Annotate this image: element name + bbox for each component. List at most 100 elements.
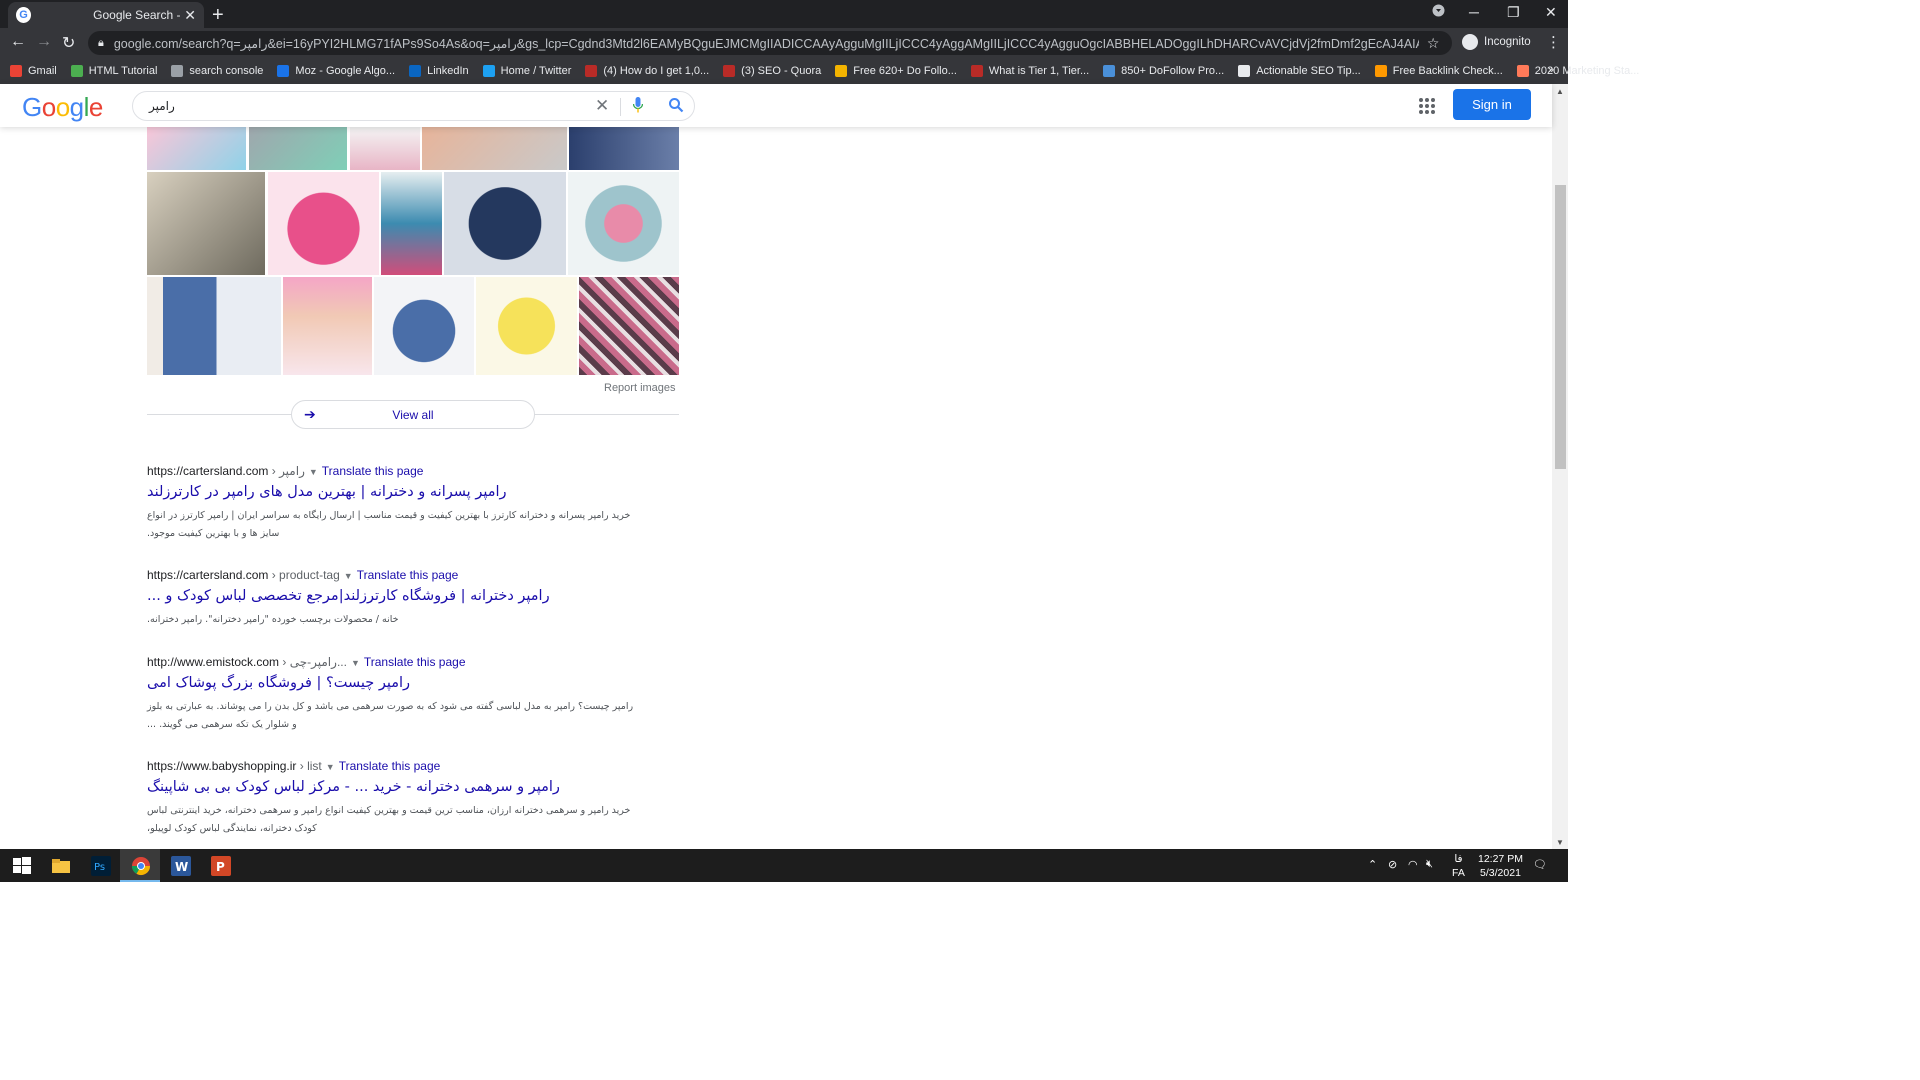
- search-result: https://cartersland.com › رامپر ▼ Translat…: [147, 464, 667, 543]
- language-persian-label: فا: [1454, 853, 1463, 865]
- result-title-link[interactable]: رامپر دخترانه | فروشگاه کارترزلند|مرجع ت…: [147, 588, 667, 604]
- search-input[interactable]: رامپر: [149, 99, 175, 113]
- microphone-icon[interactable]: [633, 97, 643, 113]
- bookmark-item[interactable]: Moz - Google Algo...: [277, 65, 395, 77]
- new-tab-icon[interactable]: +: [212, 4, 224, 27]
- bookmark-favicon-icon: [585, 65, 598, 77]
- result-url[interactable]: https://cartersland.com › رامپر ▼ Translat…: [147, 464, 667, 478]
- image-result-thumbnail[interactable]: [147, 172, 265, 275]
- bookmark-item[interactable]: Free Backlink Check...: [1374, 65, 1503, 77]
- result-snippet: خرید رامپر و سرهمی دخترانه ارزان، مناسب …: [147, 805, 631, 834]
- menu-kebab-icon[interactable]: ⋮: [1546, 33, 1561, 51]
- report-images-link[interactable]: Report images: [604, 382, 676, 394]
- bookmark-label: Free Backlink Check...: [1392, 65, 1503, 77]
- bookmark-item[interactable]: search console: [171, 65, 263, 77]
- windows-start-icon[interactable]: [12, 856, 32, 876]
- bookmark-item[interactable]: HTML Tutorial: [70, 65, 157, 77]
- image-result-thumbnail[interactable]: [374, 277, 474, 375]
- input-language[interactable]: فا FA: [1452, 852, 1465, 880]
- restore-icon[interactable]: ❐: [1507, 4, 1520, 21]
- google-header: Google رامپر ✕ Sign in: [0, 84, 1552, 127]
- bookmarks-overflow-icon[interactable]: »: [1548, 64, 1554, 76]
- chrome-icon[interactable]: [131, 856, 151, 876]
- dropdown-caret-icon[interactable]: ▼: [351, 658, 360, 668]
- search-box[interactable]: رامپر ✕: [132, 91, 695, 121]
- incognito-indicator[interactable]: Incognito: [1462, 34, 1531, 50]
- bookmark-item[interactable]: What is Tier 1, Tier...: [970, 65, 1089, 77]
- result-path: › product-tag: [268, 568, 340, 582]
- bookmark-item[interactable]: Gmail: [10, 65, 57, 77]
- scroll-down-icon[interactable]: ▼: [1556, 838, 1564, 847]
- powerpoint-icon[interactable]: P: [211, 856, 231, 876]
- dropdown-caret-icon[interactable]: ▼: [309, 467, 318, 477]
- result-title-link[interactable]: رامپر چیست؟ | فروشگاه بزرگ پوشاک امی: [147, 675, 667, 691]
- image-result-thumbnail[interactable]: [268, 172, 379, 275]
- result-url[interactable]: http://www.emistock.com › رامپر-چی... ▼ Tr…: [147, 655, 667, 669]
- address-bar[interactable]: 🔒︎ google.com/search?q=رامپر&ei=16yPYI2H…: [88, 31, 1452, 55]
- logo-letter: g: [69, 92, 84, 122]
- bookmark-favicon-icon: [10, 65, 22, 77]
- photoshop-icon[interactable]: Ps: [91, 856, 111, 876]
- system-clock[interactable]: 12:27 PM 5/3/2021: [1478, 852, 1523, 880]
- bookmark-favicon-icon: [1374, 65, 1387, 77]
- close-tab-icon[interactable]: ✕: [184, 7, 196, 24]
- scroll-up-icon[interactable]: ▲: [1556, 87, 1564, 96]
- close-window-icon[interactable]: ✕: [1545, 4, 1557, 21]
- bookmark-item[interactable]: LinkedIn: [409, 65, 469, 77]
- result-path: › list: [296, 759, 322, 773]
- forward-arrow-icon[interactable]: →: [36, 33, 52, 51]
- image-result-thumbnail[interactable]: [350, 127, 420, 170]
- image-result-thumbnail[interactable]: [476, 277, 577, 375]
- result-title-link[interactable]: رامپر پسرانه و دخترانه | بهترین مدل های …: [147, 484, 667, 500]
- view-all-images-button[interactable]: ➔ View all: [291, 400, 535, 429]
- image-result-thumbnail[interactable]: [381, 172, 442, 275]
- image-result-thumbnail[interactable]: [147, 277, 281, 375]
- notifications-icon[interactable]: 🗨︎: [1533, 858, 1547, 871]
- bookmark-item[interactable]: Actionable SEO Tip...: [1238, 65, 1361, 77]
- bookmark-item[interactable]: Free 620+ Do Follo...: [835, 65, 957, 77]
- image-result-thumbnail[interactable]: [579, 277, 679, 375]
- reload-icon[interactable]: ↻: [62, 33, 75, 53]
- translate-link[interactable]: Translate this page: [322, 464, 424, 478]
- image-result-thumbnail[interactable]: [444, 172, 566, 275]
- image-result-thumbnail[interactable]: [283, 277, 372, 375]
- bookmark-label: Free 620+ Do Follo...: [853, 65, 957, 77]
- sign-in-button[interactable]: Sign in: [1453, 89, 1531, 120]
- image-result-thumbnail[interactable]: [249, 127, 347, 170]
- translate-link[interactable]: Translate this page: [364, 655, 466, 669]
- bookmark-item[interactable]: 2020 Marketing Sta...: [1516, 65, 1639, 77]
- dropdown-caret-icon[interactable]: ▼: [326, 762, 335, 772]
- image-result-thumbnail[interactable]: [422, 127, 567, 170]
- bookmark-item[interactable]: (3) SEO - Quora: [723, 65, 821, 77]
- network-offline-icon[interactable]: ⊘: [1388, 858, 1397, 871]
- profile-dropdown-icon[interactable]: [1432, 4, 1445, 20]
- translate-link[interactable]: Translate this page: [339, 759, 441, 773]
- bookmark-star-icon[interactable]: ☆: [1427, 35, 1440, 52]
- bookmark-item[interactable]: 850+ DoFollow Pro...: [1103, 65, 1224, 77]
- result-title-link[interactable]: رامپر و سرهمی دخترانه - خرید ... - مرکز …: [147, 779, 667, 795]
- show-hidden-icons-icon[interactable]: ⌃: [1368, 858, 1377, 871]
- wifi-icon[interactable]: ◠: [1408, 858, 1418, 871]
- word-icon[interactable]: W: [171, 856, 191, 876]
- back-arrow-icon[interactable]: ←: [10, 33, 26, 51]
- bookmark-favicon-icon: [482, 65, 495, 77]
- image-result-thumbnail[interactable]: [147, 127, 246, 170]
- browser-tab[interactable]: G Google Search - رامپر ✕: [8, 2, 204, 28]
- translate-link[interactable]: Translate this page: [357, 568, 459, 582]
- file-explorer-icon[interactable]: [51, 856, 71, 876]
- clear-search-icon[interactable]: ✕: [595, 96, 609, 116]
- image-result-thumbnail[interactable]: [569, 127, 679, 170]
- bookmark-item[interactable]: (4) How do I get 1,0...: [585, 65, 709, 77]
- dropdown-caret-icon[interactable]: ▼: [344, 571, 353, 581]
- search-icon[interactable]: [668, 97, 684, 113]
- language-code-label: FA: [1452, 867, 1465, 879]
- volume-muted-icon[interactable]: 🔇︎: [1426, 858, 1433, 871]
- scrollbar-thumb[interactable]: [1555, 185, 1566, 469]
- image-result-thumbnail[interactable]: [568, 172, 679, 275]
- minimize-icon[interactable]: ─: [1469, 4, 1479, 20]
- google-logo[interactable]: Google: [22, 92, 103, 123]
- bookmark-item[interactable]: Home / Twitter: [482, 65, 571, 77]
- result-url[interactable]: https://cartersland.com › product-tag ▼ Tr…: [147, 568, 667, 582]
- result-url[interactable]: https://www.babyshopping.ir › list ▼ Trans…: [147, 759, 667, 773]
- google-apps-icon[interactable]: [1419, 98, 1435, 114]
